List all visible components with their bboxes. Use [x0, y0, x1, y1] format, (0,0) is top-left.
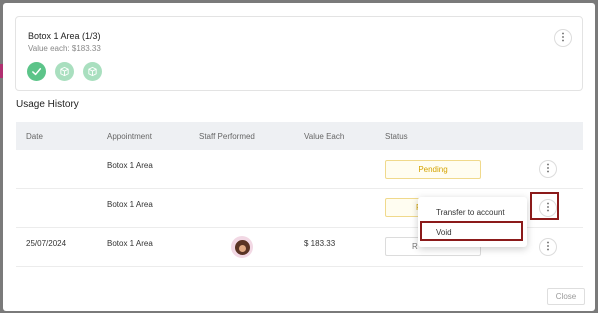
- appointment-cell: Botox 1 Area: [107, 239, 153, 248]
- cube-icon: [55, 62, 74, 81]
- more-vertical-icon: ⋮: [543, 163, 553, 174]
- item-title: Botox 1 Area (1/3): [28, 31, 101, 41]
- row-more-options-button[interactable]: ⋮: [539, 238, 557, 256]
- usage-table-header: Date Appointment Staff Performed Value E…: [16, 122, 583, 150]
- appointment-cell: Botox 1 Area: [107, 161, 153, 170]
- more-vertical-icon: ⋮: [558, 32, 568, 43]
- item-more-options-button[interactable]: ⋮: [554, 29, 572, 47]
- col-staff: Staff Performed: [199, 132, 255, 141]
- col-status: Status: [385, 132, 408, 141]
- value-cell: $ 183.33: [304, 239, 336, 248]
- col-appointment: Appointment: [107, 132, 152, 141]
- usage-history-title: Usage History: [16, 99, 79, 110]
- col-value: Value Each: [304, 132, 345, 141]
- cube-icon: [83, 62, 102, 81]
- row-more-options-button[interactable]: ⋮: [539, 160, 557, 178]
- highlight-kebab-annotation: [530, 192, 559, 220]
- staff-photo: [234, 239, 250, 255]
- highlight-void-annotation: [420, 221, 523, 241]
- date-cell: 25/07/2024: [26, 239, 67, 248]
- col-date: Date: [26, 132, 43, 141]
- status-badge: Pending: [385, 160, 481, 179]
- item-card: Botox 1 Area (1/3) Value each: $183.33 ⋮: [15, 16, 583, 91]
- close-button[interactable]: Close: [547, 288, 585, 305]
- table-row: Botox 1 Area Pending ⋮: [16, 150, 583, 189]
- package-usage-modal: Botox 1 Area (1/3) Value each: $183.33 ⋮…: [3, 3, 595, 311]
- menu-item-transfer-to-account[interactable]: Transfer to account: [418, 203, 527, 223]
- avatar: [231, 236, 253, 258]
- more-vertical-icon: ⋮: [543, 241, 553, 252]
- appointment-cell: Botox 1 Area: [107, 200, 153, 209]
- item-value-each: Value each: $183.33: [28, 44, 101, 53]
- check-icon: [27, 62, 46, 81]
